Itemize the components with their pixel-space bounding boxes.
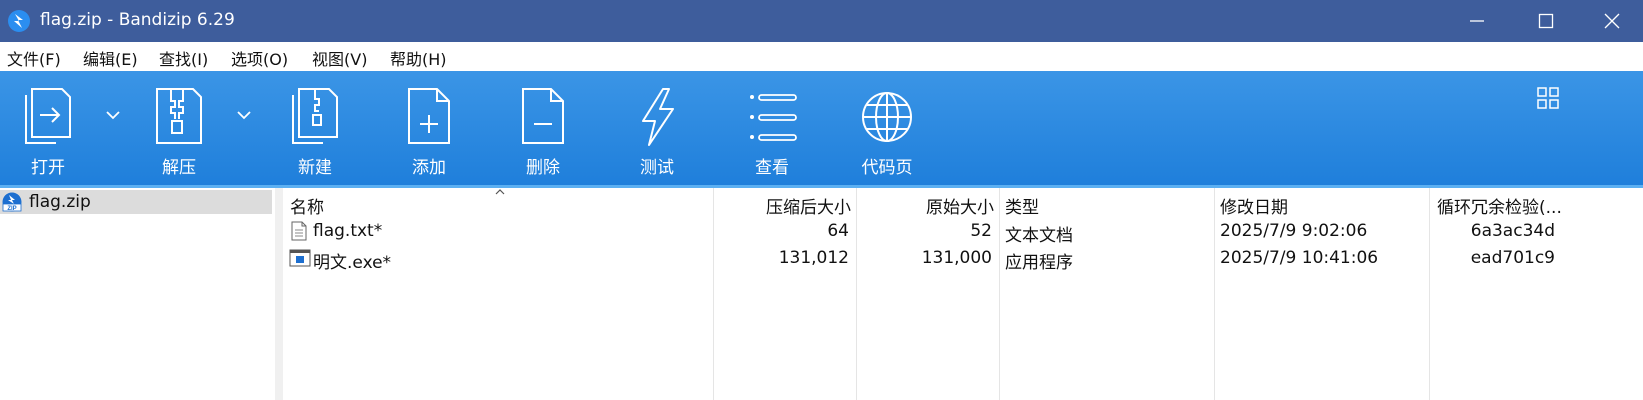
menu-help[interactable]: 帮助(H) (390, 46, 447, 70)
minimize-icon (1470, 20, 1484, 22)
extract-dropdown[interactable] (235, 107, 253, 121)
file-modified: 2025/7/9 9:02:06 (1220, 221, 1368, 241)
codepage-button[interactable]: 代码页 (839, 71, 935, 185)
chevron-down-icon (106, 111, 120, 120)
list-view-icon (750, 94, 797, 141)
view-label: 查看 (755, 158, 789, 178)
new-button[interactable]: 新建 (267, 71, 363, 185)
file-packed-size: 64 (827, 221, 849, 241)
globe-icon (862, 92, 912, 142)
bandizip-app-icon[interactable] (7, 9, 31, 33)
column-header-modified[interactable]: 修改日期 (1220, 193, 1288, 218)
column-divider[interactable] (713, 188, 714, 400)
file-type: 应用程序 (1005, 253, 1073, 273)
maximize-icon (1538, 13, 1554, 29)
delete-file-icon (522, 88, 564, 144)
text-file-icon (291, 221, 307, 241)
close-icon (1604, 13, 1620, 29)
extract-zipper-icon (156, 88, 202, 144)
lightning-icon (642, 88, 674, 146)
tree-item-archive-root[interactable]: ZIP flag.zip (0, 190, 272, 214)
column-header-original-size[interactable]: 原始大小 (856, 193, 994, 218)
delete-button[interactable]: 删除 (495, 71, 591, 185)
pane-splitter[interactable] (275, 188, 283, 400)
grid-icon (1537, 87, 1559, 109)
chevron-down-icon (237, 111, 251, 120)
open-dropdown[interactable] (104, 107, 122, 121)
column-divider[interactable] (1214, 188, 1215, 400)
file-name: 明文.exe* (313, 253, 392, 273)
file-modified: 2025/7/9 10:41:06 (1220, 248, 1379, 268)
title-bar: flag.zip - Bandizip 6.29 (0, 0, 1643, 42)
delete-label: 删除 (526, 158, 560, 178)
close-button[interactable] (1577, 0, 1643, 42)
new-label: 新建 (298, 158, 332, 178)
menu-bar: 文件(F) 编辑(E) 查找(I) 选项(O) 视图(V) 帮助(H) (0, 42, 1643, 71)
add-file-icon (408, 88, 450, 144)
file-original-size: 52 (970, 221, 992, 241)
menu-edit[interactable]: 编辑(E) (83, 46, 138, 70)
view-button[interactable]: 查看 (724, 71, 820, 185)
file-name: flag.txt* (313, 221, 383, 241)
codepage-label: 代码页 (861, 158, 913, 178)
file-list: 名称 压缩后大小 原始大小 类型 修改日期 循环冗余检验(... flag.tx… (283, 188, 1643, 400)
open-button[interactable]: 打开 (0, 71, 96, 185)
file-crc: 6a3ac34d (1470, 221, 1555, 241)
folder-tree: ZIP flag.zip (0, 188, 275, 400)
open-archive-icon (25, 88, 71, 144)
add-label: 添加 (412, 158, 446, 178)
sort-ascending-icon (495, 189, 505, 195)
column-divider[interactable] (999, 188, 1000, 400)
menu-file[interactable]: 文件(F) (7, 46, 61, 70)
window-title: flag.zip - Bandizip 6.29 (40, 10, 235, 30)
open-label: 打开 (31, 158, 65, 178)
column-divider[interactable] (856, 188, 857, 400)
minimize-button[interactable] (1442, 0, 1512, 42)
column-header-name[interactable]: 名称 (290, 193, 324, 218)
tree-item-label: flag.zip (29, 192, 91, 212)
column-header-packed-size[interactable]: 压缩后大小 (713, 193, 851, 218)
extract-label: 解压 (162, 158, 196, 178)
column-divider[interactable] (1429, 188, 1430, 400)
file-type: 文本文档 (1005, 226, 1073, 246)
toolbar: 打开 解压 新建 添加 删除 测试 查看 代码页 (0, 71, 1643, 188)
menu-find[interactable]: 查找(I) (159, 46, 208, 70)
menu-options[interactable]: 选项(O) (231, 46, 288, 70)
layout-toggle-button[interactable] (1537, 87, 1559, 109)
zip-archive-icon: ZIP (2, 192, 22, 212)
exe-file-icon (289, 249, 311, 267)
file-packed-size: 131,012 (778, 248, 849, 268)
file-original-size: 131,000 (921, 248, 992, 268)
test-label: 测试 (640, 158, 674, 178)
file-crc: ead701c9 (1470, 248, 1555, 268)
new-archive-icon (292, 88, 338, 144)
maximize-button[interactable] (1511, 0, 1581, 42)
column-header-crc[interactable]: 循环冗余检验(... (1437, 193, 1562, 218)
extract-button[interactable]: 解压 (131, 71, 227, 185)
add-button[interactable]: 添加 (381, 71, 477, 185)
column-header-type[interactable]: 类型 (1005, 193, 1039, 218)
test-button[interactable]: 测试 (609, 71, 705, 185)
menu-view[interactable]: 视图(V) (312, 46, 367, 70)
svg-text:ZIP: ZIP (7, 206, 16, 212)
